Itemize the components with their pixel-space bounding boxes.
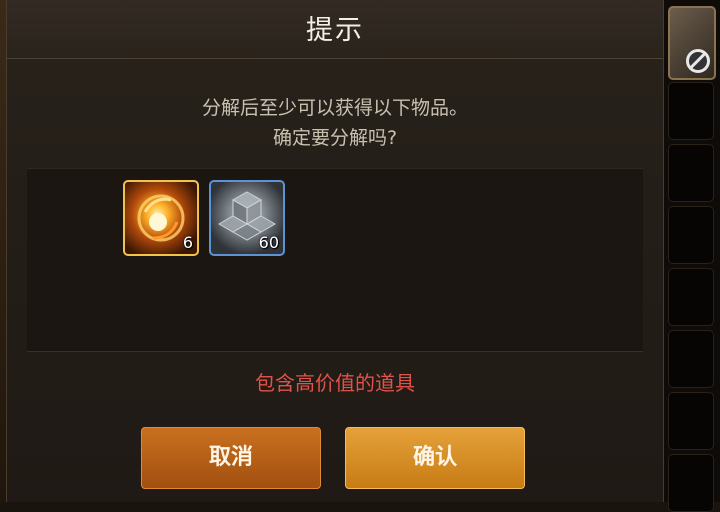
dialog-title: 提示 — [306, 15, 364, 46]
high-value-warning: 包含高价值的道具 — [255, 371, 415, 395]
inventory-slot[interactable] — [668, 82, 714, 140]
reward-items-panel — [27, 168, 643, 352]
no-entry-icon — [686, 49, 710, 73]
inventory-slot[interactable] — [668, 392, 714, 450]
dialog-title-bar: 提示 — [7, 0, 663, 59]
disassemble-confirm-dialog: 提示 分解后至少可以获得以下物品。 确定要分解吗? 6 60 包含高价值的道具 … — [6, 0, 664, 502]
inventory-slot[interactable] — [668, 268, 714, 326]
confirm-button[interactable]: 确认 — [345, 427, 525, 489]
item-count: 6 — [182, 233, 193, 252]
inventory-slot[interactable] — [668, 206, 714, 264]
inventory-slot[interactable] — [668, 144, 714, 202]
dialog-message-line1: 分解后至少可以获得以下物品。 — [201, 97, 468, 119]
inventory-slot[interactable] — [668, 6, 716, 80]
reward-item-crystal-cubes[interactable]: 60 — [209, 180, 285, 256]
dialog-message-line2: 确定要分解吗? — [272, 127, 398, 149]
reward-item-fire-orb[interactable]: 6 — [123, 180, 199, 256]
item-count: 60 — [258, 233, 279, 252]
inventory-slot[interactable] — [668, 330, 714, 388]
inventory-slot[interactable] — [668, 454, 714, 512]
cancel-button[interactable]: 取消 — [141, 427, 321, 489]
